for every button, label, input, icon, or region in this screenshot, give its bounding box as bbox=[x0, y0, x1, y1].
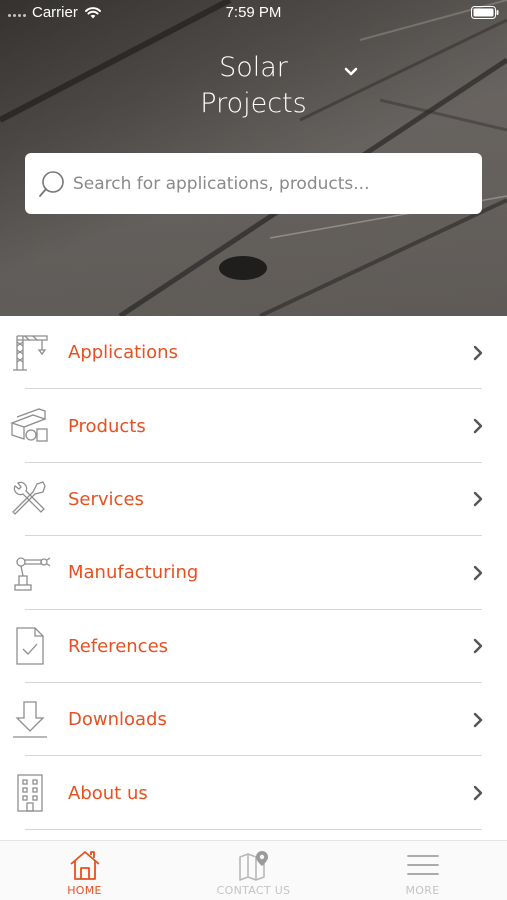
page-title-line2: Projects bbox=[200, 88, 307, 119]
download-icon bbox=[13, 700, 47, 738]
hamburger-menu-icon bbox=[406, 855, 439, 875]
menu-item-references[interactable]: References bbox=[0, 610, 507, 683]
tab-contact-us[interactable]: CONTACT US bbox=[169, 841, 338, 900]
chevron-right-icon bbox=[473, 639, 483, 654]
document-check-icon bbox=[16, 627, 44, 665]
menu-item-products[interactable]: Products bbox=[0, 389, 507, 463]
chevron-down-icon[interactable] bbox=[343, 66, 359, 78]
tab-more[interactable]: MORE bbox=[338, 841, 507, 900]
map-pin-icon bbox=[238, 851, 268, 881]
status-time: 7:59 PM bbox=[225, 4, 282, 21]
menu-item-services[interactable]: Services bbox=[0, 463, 507, 537]
crane-icon bbox=[13, 335, 48, 371]
menu-item-manufacturing[interactable]: Manufacturing bbox=[0, 536, 507, 610]
home-icon bbox=[69, 851, 100, 880]
tab-more-label: MORE bbox=[405, 884, 440, 897]
robot-arm-icon bbox=[14, 557, 51, 591]
menu-label-services: Services bbox=[68, 488, 144, 510]
tab-home[interactable]: HOME bbox=[0, 841, 169, 900]
building-icon bbox=[17, 774, 43, 812]
page-title-line1: Solar bbox=[219, 52, 288, 83]
products-icon bbox=[10, 408, 48, 442]
tab-home-label: HOME bbox=[67, 884, 102, 897]
menu-label-about-us: About us bbox=[68, 782, 148, 804]
divider bbox=[25, 828, 482, 830]
battery-icon bbox=[471, 6, 499, 19]
status-bar: Carrier 7:59 PM bbox=[0, 0, 507, 26]
search-input[interactable] bbox=[73, 163, 482, 204]
chevron-right-icon bbox=[473, 492, 483, 507]
chevron-right-icon bbox=[473, 785, 483, 801]
chevron-right-icon bbox=[473, 418, 483, 434]
tab-contact-us-label: CONTACT US bbox=[216, 884, 291, 897]
menu-item-about-us[interactable]: About us bbox=[0, 756, 507, 830]
tools-icon bbox=[12, 481, 46, 516]
search-bar[interactable] bbox=[25, 153, 482, 214]
header-banner: Carrier 7:59 PM Solar Projects bbox=[0, 0, 507, 316]
menu-item-applications[interactable]: Applications bbox=[0, 316, 507, 390]
menu-label-downloads: Downloads bbox=[68, 709, 167, 731]
menu-label-manufacturing: Manufacturing bbox=[68, 562, 199, 584]
menu-label-applications: Applications bbox=[68, 342, 178, 364]
menu-item-downloads[interactable]: Downloads bbox=[0, 683, 507, 757]
chevron-right-icon bbox=[473, 712, 483, 727]
chevron-right-icon bbox=[473, 345, 483, 360]
main-menu: Applications Products Services Manufactu… bbox=[0, 316, 507, 830]
tab-bar: HOME CONTACT US MORE bbox=[0, 840, 507, 900]
search-icon bbox=[39, 170, 64, 197]
menu-label-references: References bbox=[68, 635, 169, 657]
menu-label-products: Products bbox=[68, 415, 146, 437]
project-selector[interactable]: Solar Projects bbox=[0, 50, 507, 122]
chevron-right-icon bbox=[473, 565, 483, 581]
